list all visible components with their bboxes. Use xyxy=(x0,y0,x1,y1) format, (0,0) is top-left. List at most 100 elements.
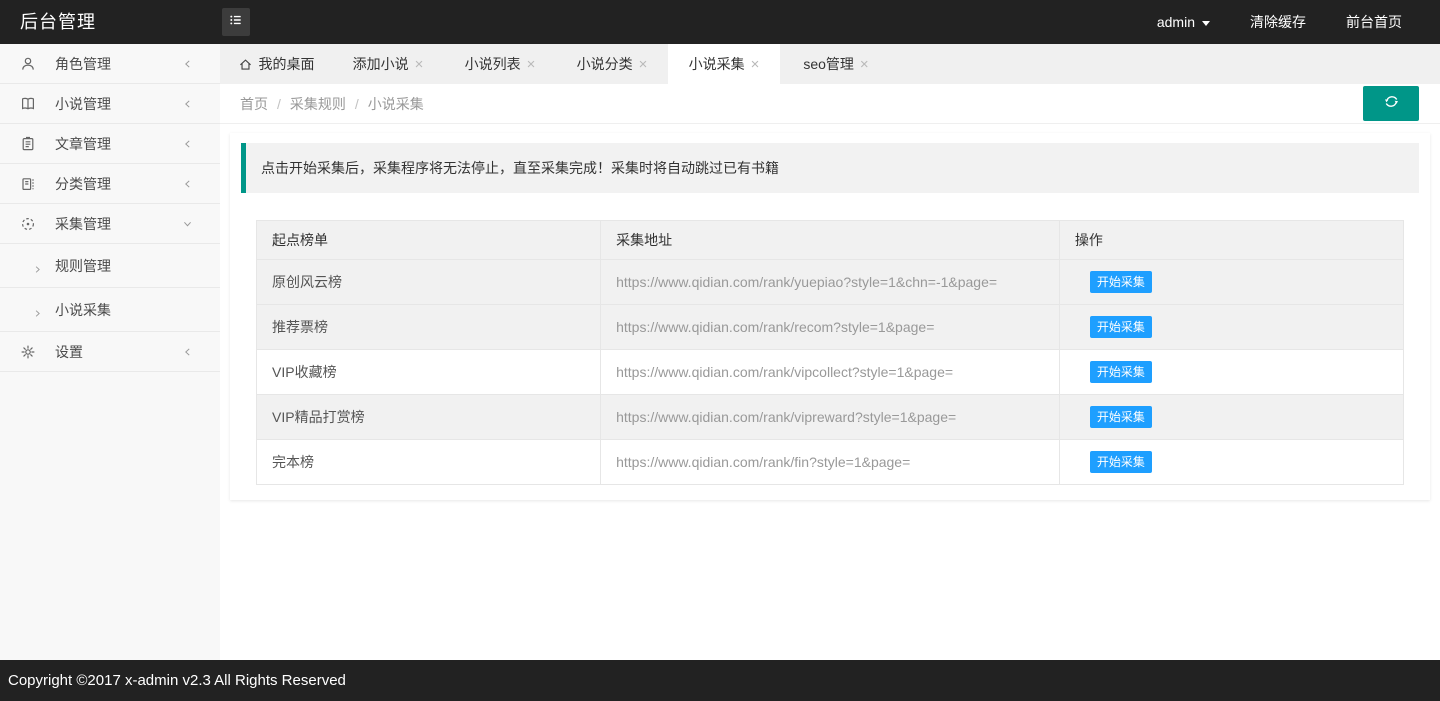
chevron-left-icon xyxy=(182,98,193,109)
tab-novel-category[interactable]: 小说分类 xyxy=(556,44,668,84)
tab-add-novel[interactable]: 添加小说 xyxy=(332,44,444,84)
collect-table-wrap: 起点榜单 采集地址 操作 原创风云榜 https://www.qidian.co… xyxy=(256,220,1404,485)
close-icon[interactable] xyxy=(860,57,869,72)
sidebar-item-label: 小说管理 xyxy=(55,94,111,114)
tab-label: seo管理 xyxy=(803,54,854,74)
sidebar-subitem-label: 规则管理 xyxy=(55,256,111,276)
tab-label: 小说采集 xyxy=(689,54,745,74)
collect-url: https://www.qidian.com/rank/vipcollect?s… xyxy=(601,350,1060,395)
close-icon[interactable] xyxy=(527,57,536,72)
clear-cache-button[interactable]: 清除缓存 xyxy=(1250,12,1306,32)
rank-name: VIP精品打赏榜 xyxy=(257,395,601,440)
user-name: admin xyxy=(1157,14,1195,30)
tab-seo-management[interactable]: seo管理 xyxy=(780,44,892,84)
collect-table: 起点榜单 采集地址 操作 原创风云榜 https://www.qidian.co… xyxy=(256,220,1404,485)
copyright-text: Copyright ©2017 x-admin v2.3 All Rights … xyxy=(8,672,346,689)
start-collect-button[interactable]: 开始采集 xyxy=(1090,271,1152,293)
book-icon xyxy=(20,96,36,112)
rank-name: 完本榜 xyxy=(257,440,601,485)
sidebar-item-label: 分类管理 xyxy=(55,174,111,194)
top-menu: admin 清除缓存 前台首页 xyxy=(1157,0,1402,44)
tab-label: 添加小说 xyxy=(353,54,409,74)
breadcrumb-current: 小说采集 xyxy=(346,94,424,114)
chevron-right-icon xyxy=(33,261,42,270)
warning-alert: 点击开始采集后，采集程序将无法停止，直至采集完成！采集时将自动跳过已有书籍 xyxy=(241,143,1419,193)
category-icon xyxy=(20,176,36,192)
tab-bar: 我的桌面 添加小说 小说列表 小说分类 小说采集 seo管理 xyxy=(220,44,1440,84)
admin-app: 后台管理 admin 清除缓存 前台首页 xyxy=(0,0,1440,701)
start-collect-button[interactable]: 开始采集 xyxy=(1090,451,1152,473)
chevron-left-icon xyxy=(182,138,193,149)
chevron-down-icon xyxy=(182,218,193,229)
content-card: 点击开始采集后，采集程序将无法停止，直至采集完成！采集时将自动跳过已有书籍 起点… xyxy=(230,133,1430,500)
sidebar-item-label: 文章管理 xyxy=(55,134,111,154)
sidebar-item-role-management[interactable]: 角色管理 xyxy=(0,44,220,84)
chevron-down-icon xyxy=(1202,21,1210,30)
breadcrumb-bar: 首页 采集规则 小说采集 xyxy=(220,84,1440,124)
sidebar-subitem-rule-management[interactable]: 规则管理 xyxy=(0,244,220,288)
home-icon xyxy=(238,57,253,72)
close-icon[interactable] xyxy=(639,57,648,72)
collect-url: https://www.qidian.com/rank/vipreward?st… xyxy=(601,395,1060,440)
sidebar-item-collect-management[interactable]: 采集管理 xyxy=(0,204,220,244)
start-collect-button[interactable]: 开始采集 xyxy=(1090,406,1152,428)
tab-my-desktop[interactable]: 我的桌面 xyxy=(220,44,332,84)
col-header-action: 操作 xyxy=(1059,221,1403,260)
sidebar-item-settings[interactable]: 设置 xyxy=(0,332,220,372)
user-dropdown[interactable]: admin xyxy=(1157,14,1210,30)
app-title: 后台管理 xyxy=(20,0,96,44)
user-icon xyxy=(20,56,36,72)
tab-label: 小说列表 xyxy=(465,54,521,74)
breadcrumb: 首页 采集规则 小说采集 xyxy=(240,84,424,124)
sidebar-item-label: 设置 xyxy=(55,342,83,362)
sidebar-toggle-button[interactable] xyxy=(222,8,250,36)
footer: Copyright ©2017 x-admin v2.3 All Rights … xyxy=(0,660,1440,701)
warning-alert-text: 点击开始采集后，采集程序将无法停止，直至采集完成！采集时将自动跳过已有书籍 xyxy=(261,160,779,176)
breadcrumb-home[interactable]: 首页 xyxy=(240,94,268,114)
chevron-left-icon xyxy=(182,178,193,189)
rank-name: VIP收藏榜 xyxy=(257,350,601,395)
table-row: 原创风云榜 https://www.qidian.com/rank/yuepia… xyxy=(257,260,1404,305)
sidebar-item-label: 采集管理 xyxy=(55,214,111,234)
table-header-row: 起点榜单 采集地址 操作 xyxy=(257,221,1404,260)
rank-name: 原创风云榜 xyxy=(257,260,601,305)
close-icon[interactable] xyxy=(415,57,424,72)
sidebar: 角色管理 小说管理 文章管理 xyxy=(0,44,220,660)
sidebar-subitem-label: 小说采集 xyxy=(55,300,111,320)
chevron-left-icon xyxy=(182,58,193,69)
top-bar: 后台管理 admin 清除缓存 前台首页 xyxy=(0,0,1440,44)
sidebar-subitem-novel-collect[interactable]: 小说采集 xyxy=(0,288,220,332)
article-icon xyxy=(20,136,36,152)
collect-url: https://www.qidian.com/rank/recom?style=… xyxy=(601,305,1060,350)
menu-list-icon xyxy=(228,12,244,33)
breadcrumb-collect-rules[interactable]: 采集规则 xyxy=(268,94,346,114)
collect-url: https://www.qidian.com/rank/fin?style=1&… xyxy=(601,440,1060,485)
rank-name: 推荐票榜 xyxy=(257,305,601,350)
start-collect-button[interactable]: 开始采集 xyxy=(1090,316,1152,338)
start-collect-button[interactable]: 开始采集 xyxy=(1090,361,1152,383)
target-icon xyxy=(20,216,36,232)
sidebar-item-label: 角色管理 xyxy=(55,54,111,74)
refresh-icon xyxy=(1383,93,1400,115)
table-row: VIP精品打赏榜 https://www.qidian.com/rank/vip… xyxy=(257,395,1404,440)
close-icon[interactable] xyxy=(751,57,760,72)
chevron-right-icon xyxy=(33,305,42,314)
table-row: 完本榜 https://www.qidian.com/rank/fin?styl… xyxy=(257,440,1404,485)
col-header-url: 采集地址 xyxy=(601,221,1060,260)
gear-icon xyxy=(20,344,36,360)
col-header-rank: 起点榜单 xyxy=(257,221,601,260)
sidebar-item-article-management[interactable]: 文章管理 xyxy=(0,124,220,164)
table-row: VIP收藏榜 https://www.qidian.com/rank/vipco… xyxy=(257,350,1404,395)
front-home-button[interactable]: 前台首页 xyxy=(1346,12,1402,32)
tab-label: 我的桌面 xyxy=(259,54,315,74)
main-content: 点击开始采集后，采集程序将无法停止，直至采集完成！采集时将自动跳过已有书籍 起点… xyxy=(220,124,1440,660)
chevron-left-icon xyxy=(182,346,193,357)
tab-label: 小说分类 xyxy=(577,54,633,74)
sidebar-item-novel-management[interactable]: 小说管理 xyxy=(0,84,220,124)
tab-novel-list[interactable]: 小说列表 xyxy=(444,44,556,84)
table-row: 推荐票榜 https://www.qidian.com/rank/recom?s… xyxy=(257,305,1404,350)
collect-url: https://www.qidian.com/rank/yuepiao?styl… xyxy=(601,260,1060,305)
tab-novel-collect[interactable]: 小说采集 xyxy=(668,44,780,84)
refresh-button[interactable] xyxy=(1363,86,1419,121)
sidebar-item-category-management[interactable]: 分类管理 xyxy=(0,164,220,204)
